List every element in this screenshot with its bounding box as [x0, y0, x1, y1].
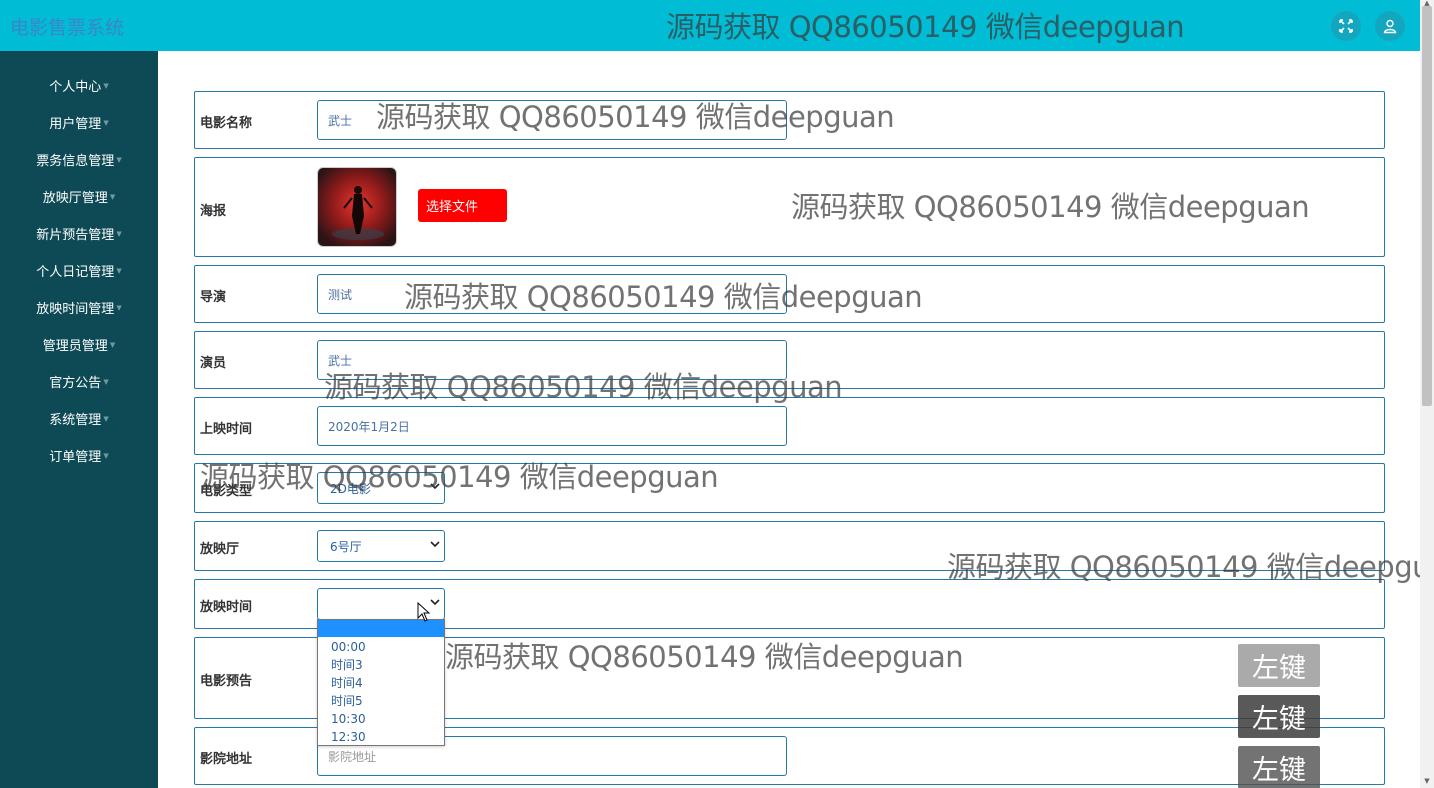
caret-down-icon: ▼	[116, 304, 122, 312]
caret-down-icon: ▼	[116, 156, 122, 164]
director-input[interactable]: 测试	[317, 274, 787, 314]
left-click-badge: 左键	[1238, 644, 1320, 687]
sidebar-item-user-management[interactable]: 用户管理 ▼	[0, 110, 158, 134]
field-label: 导演	[200, 290, 227, 305]
caret-down-icon: ▼	[109, 341, 116, 349]
top-bar: 电影售票系统	[0, 0, 1420, 51]
field-label: 放映厅	[200, 542, 240, 557]
sidebar-item-announcements[interactable]: 官方公告 ▼	[0, 369, 158, 393]
sidebar-item-order-management[interactable]: 订单管理 ▼	[0, 443, 158, 467]
form-row-movie-name: 电影名称 武士	[194, 91, 1385, 149]
field-label: 电影类型	[200, 484, 253, 499]
actors-input[interactable]: 武士	[317, 340, 787, 380]
sidebar: 个人中心 ▼ 用户管理 ▼ 票务信息管理 ▼ 放映厅管理 ▼ 新片预告管理 ▼ 个人日记管…	[0, 51, 158, 788]
dropdown-option[interactable]: 时间3	[318, 656, 444, 674]
left-click-badge: 左键	[1238, 746, 1320, 788]
form-row-director: 导演 测试	[194, 265, 1385, 323]
dropdown-option[interactable]: 12:30	[318, 728, 444, 746]
dropdown-option[interactable]: 10:30	[318, 710, 444, 728]
caret-down-icon: ▼	[103, 378, 109, 386]
field-label: 电影名称	[200, 116, 253, 131]
field-label: 电影预告	[200, 674, 253, 689]
form-row-hall: 放映厅 6号厅	[194, 521, 1385, 571]
caret-down-icon: ▼	[103, 82, 109, 90]
caret-down-icon: ▼	[116, 230, 122, 238]
left-click-badge: 左键	[1238, 695, 1320, 738]
fullscreen-icon[interactable]	[1331, 11, 1361, 41]
sidebar-item-showtime-management[interactable]: 放映时间管理 ▼	[0, 295, 158, 319]
scroll-down-icon[interactable]: ▼	[1422, 778, 1432, 785]
sidebar-item-admin-management[interactable]: 管理员管理 ▼	[0, 332, 158, 356]
choose-file-button[interactable]: 选择文件	[418, 189, 507, 222]
field-label: 放映时间	[200, 600, 253, 615]
movie-type-select[interactable]: 2D电影	[317, 472, 445, 504]
dropdown-option[interactable]: 时间4	[318, 674, 444, 692]
mouse-cursor-icon	[417, 602, 431, 622]
caret-down-icon: ▼	[116, 267, 122, 275]
chevron-down-icon	[430, 599, 440, 606]
form-row-movie-type: 电影类型 2D电影	[194, 463, 1385, 513]
dropdown-option[interactable]: 时间5	[318, 692, 444, 710]
field-label: 海报	[200, 204, 227, 219]
form-row-release-date: 上映时间 2020年1月2日	[194, 397, 1385, 455]
caret-down-icon: ▼	[109, 193, 116, 201]
field-label: 影院地址	[200, 752, 253, 767]
release-date-input[interactable]: 2020年1月2日	[317, 406, 787, 446]
caret-down-icon: ▼	[103, 119, 109, 127]
chevron-down-icon	[430, 483, 440, 490]
user-icon[interactable]	[1375, 11, 1405, 41]
caret-down-icon: ▼	[103, 452, 109, 460]
dropdown-option[interactable]: 00:00	[318, 638, 444, 656]
poster-image	[317, 167, 397, 247]
sidebar-item-ticket-management[interactable]: 票务信息管理 ▼	[0, 147, 158, 171]
app-title: 电影售票系统	[10, 17, 125, 39]
sidebar-item-hall-management[interactable]: 放映厅管理 ▼	[0, 184, 158, 208]
form-row-actors: 演员 武士	[194, 331, 1385, 389]
scrollbar-thumb[interactable]	[1422, 6, 1432, 406]
sidebar-item-diary-management[interactable]: 个人日记管理 ▼	[0, 258, 158, 282]
showtime-dropdown: 00:00 时间3 时间4 时间5 10:30 12:30	[317, 619, 445, 746]
sidebar-item-personal-center[interactable]: 个人中心 ▼	[0, 73, 158, 97]
dropdown-option-blank[interactable]	[318, 620, 444, 637]
hall-select[interactable]: 6号厅	[317, 530, 445, 562]
form-row-poster: 海报 选择文件	[194, 157, 1385, 257]
movie-name-input[interactable]: 武士	[317, 100, 787, 140]
chevron-down-icon	[430, 541, 440, 548]
field-label: 演员	[200, 356, 227, 371]
sidebar-item-trailer-management[interactable]: 新片预告管理 ▼	[0, 221, 158, 245]
field-label: 上映时间	[200, 422, 253, 437]
caret-down-icon: ▼	[103, 415, 109, 423]
sidebar-item-system-management[interactable]: 系统管理 ▼	[0, 406, 158, 430]
